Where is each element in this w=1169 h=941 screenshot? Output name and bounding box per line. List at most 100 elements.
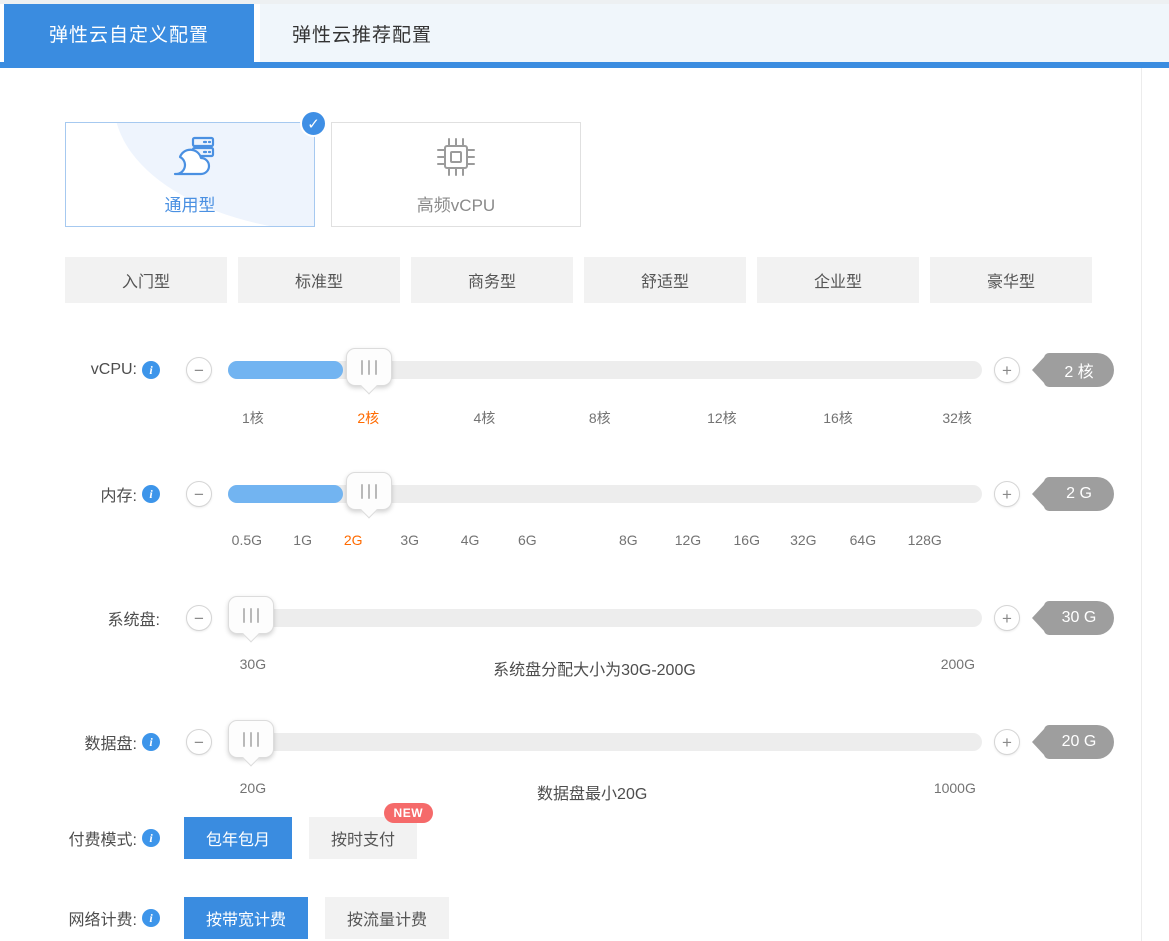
new-badge: NEW bbox=[383, 803, 434, 823]
tick-label[interactable]: 16核 bbox=[823, 408, 853, 428]
vcpu-slider-handle[interactable] bbox=[345, 348, 392, 386]
vcpu-slider-track[interactable]: 1核 2核 4核 8核 12核 16核 32核 bbox=[228, 348, 982, 426]
network-option-bandwidth[interactable]: 按带宽计费 bbox=[184, 897, 309, 939]
vcpu-value-badge: 2 核 bbox=[1044, 353, 1114, 387]
network-option-traffic[interactable]: 按流量计费 bbox=[325, 897, 450, 939]
memory-label-text: 内存: bbox=[100, 488, 137, 505]
tick-label[interactable]: 0.5G bbox=[232, 532, 262, 548]
vcpu-slider-fill bbox=[228, 361, 343, 379]
system-disk-label: 系统盘: bbox=[65, 606, 160, 630]
tick-label[interactable]: 12核 bbox=[707, 408, 737, 428]
payment-mode-label: 付费模式: i bbox=[65, 826, 160, 850]
memory-value-badge: 2 G bbox=[1044, 477, 1114, 511]
tab-custom-config[interactable]: 弹性云自定义配置 bbox=[4, 4, 254, 62]
data-disk-value-badge: 20 G bbox=[1044, 725, 1114, 759]
card-high-freq-vcpu[interactable]: 高频vCPU bbox=[331, 122, 581, 227]
tick-label[interactable]: 64G bbox=[850, 532, 876, 548]
system-disk-slider-handle[interactable] bbox=[228, 596, 275, 634]
system-disk-increase-button[interactable]: + bbox=[994, 605, 1020, 631]
tick-label[interactable]: 128G bbox=[908, 532, 942, 548]
info-icon[interactable]: i bbox=[142, 361, 160, 379]
card-inner: 通用型 bbox=[163, 134, 217, 216]
memory-decrease-button[interactable]: − bbox=[186, 481, 212, 507]
memory-row: 内存: i − 0.5G 1G 2G 3G 4G 6G 8G 12G 16G 3… bbox=[65, 432, 1141, 556]
system-disk-decrease-button[interactable]: − bbox=[186, 605, 212, 631]
min-label: 30G bbox=[239, 656, 267, 672]
vcpu-label: vCPU: i bbox=[65, 361, 160, 379]
cpu-chip-icon bbox=[433, 134, 479, 185]
tick-label[interactable]: 4G bbox=[461, 532, 480, 548]
payment-mode-label-text: 付费模式: bbox=[68, 832, 137, 849]
network-options: 按带宽计费 按流量计费 bbox=[184, 897, 450, 939]
tick-label[interactable]: 1核 bbox=[242, 408, 264, 428]
data-disk-row: 数据盘: i − 20G 数据盘最小20G 1000G + 20 G bbox=[65, 680, 1141, 804]
system-disk-value-badge: 30 G bbox=[1044, 601, 1114, 635]
system-disk-labels: 30G 系统盘分配大小为30G-200G 200G bbox=[228, 656, 982, 679]
vcpu-decrease-button[interactable]: − bbox=[186, 357, 212, 383]
tick-label[interactable]: 32G bbox=[790, 532, 816, 548]
tier-button-entry[interactable]: 入门型 bbox=[65, 257, 227, 303]
tick-label[interactable]: 16G bbox=[734, 532, 760, 548]
tier-button-business[interactable]: 商务型 bbox=[411, 257, 573, 303]
tick-label[interactable]: 6G bbox=[518, 532, 537, 548]
tier-button-enterprise[interactable]: 企业型 bbox=[757, 257, 919, 303]
range-hint: 数据盘最小20G bbox=[537, 786, 648, 803]
data-disk-labels: 20G 数据盘最小20G 1000G bbox=[228, 780, 982, 803]
system-disk-label-text: 系统盘: bbox=[107, 612, 160, 629]
tier-buttons-row: 入门型 标准型 商务型 舒适型 企业型 豪华型 bbox=[65, 257, 1141, 303]
memory-increase-button[interactable]: + bbox=[994, 481, 1020, 507]
network-billing-label: 网络计费: i bbox=[65, 906, 160, 930]
tick-label[interactable]: 8G bbox=[619, 532, 638, 548]
card-general-type[interactable]: ✓ 通用型 bbox=[65, 110, 327, 227]
tick-label[interactable]: 1G bbox=[293, 532, 312, 548]
range-hint: 系统盘分配大小为30G-200G bbox=[493, 662, 696, 679]
info-icon[interactable]: i bbox=[142, 829, 160, 847]
card-label: 通用型 bbox=[164, 195, 216, 215]
content-right-border bbox=[1141, 68, 1142, 941]
vcpu-tick-labels: 1核 2核 4核 8核 12核 16核 32核 bbox=[228, 408, 982, 428]
network-billing-label-text: 网络计费: bbox=[68, 912, 137, 929]
tier-button-comfort[interactable]: 舒适型 bbox=[584, 257, 746, 303]
info-icon[interactable]: i bbox=[142, 485, 160, 503]
memory-slider-handle[interactable] bbox=[345, 472, 392, 510]
elastic-cloud-config-page: 弹性云自定义配置 弹性云推荐配置 ✓ 通用型 高频vCPU 入门型 标准型 商务… bbox=[0, 0, 1169, 941]
system-disk-row: 系统盘: − 30G 系统盘分配大小为30G-200G 200G + 30 G bbox=[65, 556, 1141, 680]
payment-option-subscription[interactable]: 包年包月 bbox=[184, 817, 293, 859]
tier-button-standard[interactable]: 标准型 bbox=[238, 257, 400, 303]
memory-tick-labels: 0.5G 1G 2G 3G 4G 6G 8G 12G 16G 32G 64G 1… bbox=[228, 532, 982, 552]
instance-type-cards: ✓ 通用型 高频vCPU bbox=[65, 110, 1141, 227]
tier-button-deluxe[interactable]: 豪华型 bbox=[930, 257, 1092, 303]
network-billing-row: 网络计费: i 按带宽计费 按流量计费 bbox=[65, 890, 1141, 941]
payment-option-label: 按时支付 bbox=[331, 832, 396, 849]
data-disk-slider-handle[interactable] bbox=[228, 720, 275, 758]
data-disk-decrease-button[interactable]: − bbox=[186, 729, 212, 755]
memory-slider-fill bbox=[228, 485, 343, 503]
tick-label[interactable]: 3G bbox=[400, 532, 419, 548]
cloud-server-icon bbox=[163, 134, 217, 185]
vcpu-increase-button[interactable]: + bbox=[994, 357, 1020, 383]
tick-label[interactable]: 12G bbox=[675, 532, 701, 548]
check-badge-icon: ✓ bbox=[300, 110, 327, 137]
tick-label-selected[interactable]: 2核 bbox=[357, 408, 379, 428]
card-inner: 高频vCPU bbox=[417, 134, 495, 216]
info-icon[interactable]: i bbox=[142, 909, 160, 927]
tick-label[interactable]: 4核 bbox=[473, 408, 495, 428]
max-label: 200G bbox=[940, 656, 975, 672]
info-icon[interactable]: i bbox=[142, 733, 160, 751]
data-disk-label: 数据盘: i bbox=[65, 730, 160, 754]
min-label: 20G bbox=[239, 780, 267, 796]
card-label: 高频vCPU bbox=[416, 195, 496, 215]
tab-recommended-config[interactable]: 弹性云推荐配置 bbox=[260, 4, 464, 62]
vcpu-row: vCPU: i − 1核 2核 4核 8核 12核 16核 32核 + 2 核 bbox=[65, 308, 1141, 432]
tick-label-selected[interactable]: 2G bbox=[344, 532, 363, 548]
system-disk-slider-track[interactable]: 30G 系统盘分配大小为30G-200G 200G bbox=[228, 596, 982, 679]
tick-label[interactable]: 8核 bbox=[589, 408, 611, 428]
memory-slider-track[interactable]: 0.5G 1G 2G 3G 4G 6G 8G 12G 16G 32G 64G 1… bbox=[228, 472, 982, 548]
payment-option-pay-per-hour[interactable]: 按时支付 NEW bbox=[309, 803, 434, 859]
tab-bar: 弹性云自定义配置 弹性云推荐配置 bbox=[4, 4, 1169, 62]
payment-options: 包年包月 按时支付 NEW bbox=[184, 803, 434, 859]
payment-mode-row: 付费模式: i 包年包月 按时支付 NEW bbox=[65, 803, 1141, 866]
tick-label[interactable]: 32核 bbox=[942, 408, 972, 428]
data-disk-slider-track[interactable]: 20G 数据盘最小20G 1000G bbox=[228, 720, 982, 803]
data-disk-increase-button[interactable]: + bbox=[994, 729, 1020, 755]
